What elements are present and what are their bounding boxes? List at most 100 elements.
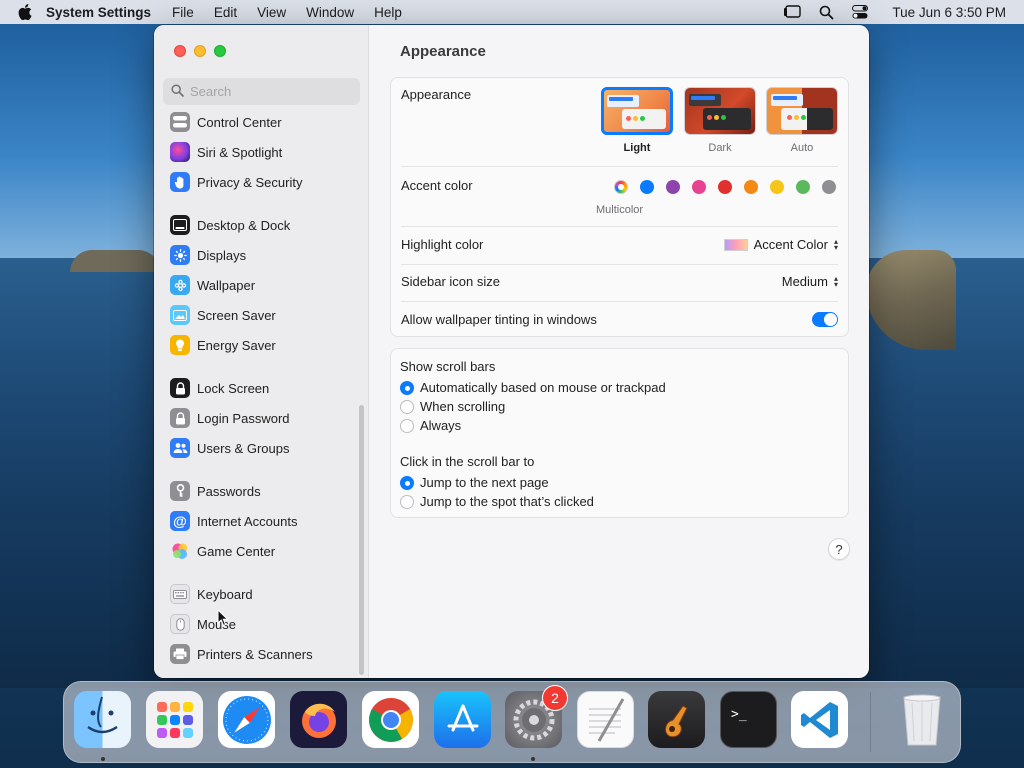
- accent-swatch-pink[interactable]: [692, 180, 706, 194]
- sidebar-item-label: Internet Accounts: [197, 513, 298, 529]
- close-button[interactable]: [174, 45, 186, 57]
- menu-edit[interactable]: Edit: [214, 5, 237, 20]
- search-input[interactable]: [190, 84, 350, 99]
- sidebar-item-label: Printers & Scanners: [197, 646, 313, 662]
- radio-label: Jump to the next page: [420, 475, 549, 490]
- menu-view[interactable]: View: [257, 5, 286, 20]
- sidebar: Control Center Siri & Spotlight Privacy …: [154, 25, 369, 678]
- sidebar-item-printers-scanners[interactable]: Printers & Scanners: [170, 642, 313, 666]
- scroll-bars-option-automatic[interactable]: Automatically based on mouse or trackpad: [400, 380, 666, 395]
- firefox-icon[interactable]: [290, 691, 347, 748]
- sidebar-item-label: Privacy & Security: [197, 174, 303, 190]
- appearance-settings-group: Appearance Light Dark Auto Accent color …: [390, 77, 849, 337]
- highlight-color-popup[interactable]: Accent Color ▴ ▾: [723, 236, 838, 252]
- sidebar-icon-size-popup[interactable]: Medium ▴ ▾: [782, 274, 838, 289]
- sidebar-scrollbar[interactable]: [359, 405, 364, 675]
- search-field[interactable]: [163, 78, 360, 105]
- sidebar-item-keyboard[interactable]: Keyboard: [170, 582, 253, 606]
- radio-button[interactable]: [400, 399, 414, 414]
- game-center-icon: [170, 541, 190, 561]
- sidebar-item-game-center[interactable]: Game Center: [170, 539, 275, 563]
- sidebar-item-privacy-security[interactable]: Privacy & Security: [170, 170, 302, 194]
- sidebar-item-displays[interactable]: Displays: [170, 243, 246, 267]
- sidebar-item-control-center[interactable]: Control Center: [170, 110, 282, 134]
- printer-icon: [170, 644, 190, 664]
- menu-window[interactable]: Window: [306, 5, 354, 20]
- appearance-option-label: Auto: [790, 142, 814, 154]
- control-center-menu-icon[interactable]: [852, 5, 869, 19]
- minimize-button[interactable]: [194, 45, 206, 57]
- sidebar-item-siri-spotlight[interactable]: Siri & Spotlight: [170, 140, 282, 164]
- textedit-icon[interactable]: [577, 691, 634, 748]
- accent-swatch-red[interactable]: [718, 180, 732, 194]
- wallpaper-island-left: [70, 250, 160, 272]
- appearance-option-auto[interactable]: Auto: [766, 87, 838, 154]
- zoom-button[interactable]: [214, 45, 226, 57]
- wallpaper-tinting-toggle[interactable]: [812, 312, 838, 327]
- help-button[interactable]: ?: [828, 538, 850, 560]
- menu-app-name[interactable]: System Settings: [46, 5, 151, 20]
- garageband-icon[interactable]: [648, 691, 705, 748]
- click-scroll-bar-label: Click in the scroll bar to: [400, 454, 535, 469]
- accent-swatch-orange[interactable]: [744, 180, 758, 194]
- sidebar-item-label: Screen Saver: [197, 307, 276, 323]
- sidebar-item-wallpaper[interactable]: Wallpaper: [170, 273, 255, 297]
- search-icon: [171, 83, 184, 100]
- sidebar-item-label: Passwords: [197, 483, 261, 499]
- sidebar-item-passwords[interactable]: Passwords: [170, 479, 261, 503]
- page-title: Appearance: [400, 43, 486, 60]
- sidebar-item-label: Lock Screen: [197, 380, 270, 396]
- app-store-icon[interactable]: [434, 691, 491, 748]
- accent-swatch-multicolor[interactable]: [614, 180, 628, 194]
- click-scroll-option-next-page[interactable]: Jump to the next page: [400, 475, 549, 490]
- menu-clock[interactable]: Tue Jun 6 3:50 PM: [892, 5, 1006, 20]
- accent-swatch-yellow[interactable]: [770, 180, 784, 194]
- chrome-icon[interactable]: [362, 691, 419, 748]
- wallpaper-tinting-row: Allow wallpaper tinting in windows: [401, 312, 838, 327]
- sidebar-item-energy-saver[interactable]: Energy Saver: [170, 333, 276, 357]
- accent-selected-name: Multicolor: [596, 204, 644, 216]
- displays-icon: [170, 245, 190, 265]
- appearance-option-light[interactable]: Light: [601, 87, 673, 154]
- hand-icon: [170, 172, 190, 192]
- main-content: Appearance Appearance Light Dark Auto Ac…: [370, 25, 869, 678]
- radio-button[interactable]: [400, 494, 414, 509]
- scroll-bars-option-always[interactable]: Always: [400, 418, 461, 433]
- desktop-dock-icon: [170, 215, 190, 235]
- highlight-color-label: Highlight color: [401, 237, 484, 252]
- menu-help[interactable]: Help: [374, 5, 402, 20]
- sidebar-item-login-password[interactable]: Login Password: [170, 406, 290, 430]
- launchpad-icon[interactable]: [146, 691, 203, 748]
- keyboard-icon: [170, 584, 190, 604]
- sidebar-item-users-groups[interactable]: Users & Groups: [170, 436, 289, 460]
- sidebar-item-label: Keyboard: [197, 586, 253, 602]
- terminal-icon[interactable]: >_: [720, 691, 777, 748]
- finder-icon[interactable]: [74, 691, 131, 748]
- accent-swatch-blue[interactable]: [640, 180, 654, 194]
- sidebar-item-desktop-dock[interactable]: Desktop & Dock: [170, 213, 290, 237]
- vscode-icon[interactable]: [791, 691, 848, 748]
- stage-manager-icon[interactable]: [783, 5, 802, 19]
- radio-button[interactable]: [400, 418, 414, 433]
- spotlight-search-icon[interactable]: [819, 5, 834, 20]
- trash-icon[interactable]: [893, 691, 950, 748]
- scroll-bars-option-when-scrolling[interactable]: When scrolling: [400, 399, 505, 414]
- safari-icon[interactable]: [218, 691, 275, 748]
- sidebar-item-internet-accounts[interactable]: @ Internet Accounts: [170, 509, 297, 533]
- mouse-icon: [170, 614, 190, 634]
- window-controls: [174, 45, 226, 57]
- radio-button[interactable]: [400, 475, 414, 490]
- accent-swatch-purple[interactable]: [666, 180, 680, 194]
- dark-thumbnail: [684, 87, 756, 135]
- accent-swatch-graphite[interactable]: [822, 180, 836, 194]
- radio-label: When scrolling: [420, 399, 506, 414]
- sidebar-item-lock-screen[interactable]: Lock Screen: [170, 376, 269, 400]
- menu-file[interactable]: File: [172, 5, 194, 20]
- radio-button[interactable]: [400, 380, 414, 395]
- accent-swatch-green[interactable]: [796, 180, 810, 194]
- apple-menu-icon[interactable]: [18, 4, 32, 20]
- sidebar-item-screen-saver[interactable]: Screen Saver: [170, 303, 276, 327]
- appearance-option-dark[interactable]: Dark: [684, 87, 756, 154]
- click-scroll-option-spot-clicked[interactable]: Jump to the spot that’s clicked: [400, 494, 594, 509]
- chevron-up-down-icon: ▴ ▾: [833, 236, 838, 252]
